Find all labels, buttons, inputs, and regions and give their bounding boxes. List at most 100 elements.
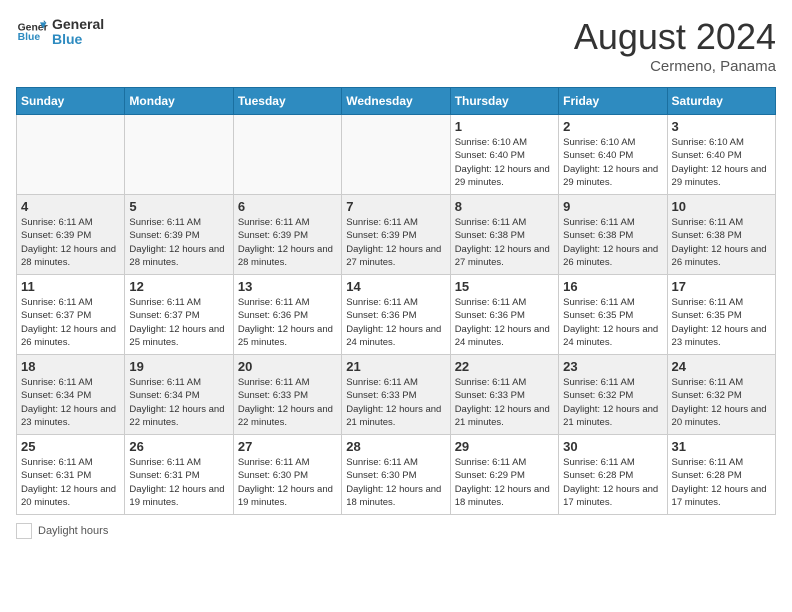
day-number: 12 <box>129 279 228 294</box>
logo-blue: Blue <box>52 32 104 47</box>
day-info: Sunrise: 6:11 AM Sunset: 6:33 PM Dayligh… <box>346 376 445 429</box>
calendar-cell: 23Sunrise: 6:11 AM Sunset: 6:32 PM Dayli… <box>559 355 667 435</box>
day-number: 22 <box>455 359 554 374</box>
calendar-cell: 10Sunrise: 6:11 AM Sunset: 6:38 PM Dayli… <box>667 195 775 275</box>
day-info: Sunrise: 6:11 AM Sunset: 6:38 PM Dayligh… <box>455 216 554 269</box>
day-number: 20 <box>238 359 337 374</box>
day-info: Sunrise: 6:10 AM Sunset: 6:40 PM Dayligh… <box>672 136 771 189</box>
calendar-cell: 18 Sunrise: 6:11 AM Sunset: 6:34 PM Dayli… <box>17 355 125 435</box>
calendar-cell: 7Sunrise: 6:11 AM Sunset: 6:39 PM Daylig… <box>342 195 450 275</box>
calendar-cell: 9 Sunrise: 6:11 AM Sunset: 6:38 PM Daylig… <box>559 195 667 275</box>
day-info: Sunrise: 6:11 AM Sunset: 6:39 PM Dayligh… <box>346 216 445 269</box>
calendar-week-row: 1 Sunrise: 6:10 AM Sunset: 6:40 PM Daylig… <box>17 115 776 195</box>
day-info: Sunrise: 6:11 AM Sunset: 6:30 PM Dayligh… <box>346 456 445 509</box>
calendar-cell: 4 Sunrise: 6:11 AM Sunset: 6:39 PM Daylig… <box>17 195 125 275</box>
day-info: Sunrise: 6:10 AM Sunset: 6:40 PM Dayligh… <box>455 136 554 189</box>
calendar-cell: 15 Sunrise: 6:11 AM Sunset: 6:36 PM Dayli… <box>450 275 558 355</box>
calendar-cell: 26Sunrise: 6:11 AM Sunset: 6:31 PM Dayli… <box>125 435 233 515</box>
footer: Daylight hours <box>16 523 776 539</box>
day-number: 6 <box>238 199 337 214</box>
day-number: 13 <box>238 279 337 294</box>
day-number: 17 <box>672 279 771 294</box>
svg-text:Blue: Blue <box>18 32 41 43</box>
calendar-cell: 24 Sunrise: 6:11 AM Sunset: 6:32 PM Dayli… <box>667 355 775 435</box>
calendar-cell: 5Sunrise: 6:11 AM Sunset: 6:39 PM Daylig… <box>125 195 233 275</box>
day-number: 21 <box>346 359 445 374</box>
day-number: 4 <box>21 199 120 214</box>
calendar-cell: 2Sunrise: 6:10 AM Sunset: 6:40 PM Daylig… <box>559 115 667 195</box>
calendar-cell: 3 Sunrise: 6:10 AM Sunset: 6:40 PM Daylig… <box>667 115 775 195</box>
logo-icon: General Blue <box>16 16 48 48</box>
calendar-cell <box>233 115 341 195</box>
day-number: 18 <box>21 359 120 374</box>
calendar-cell <box>17 115 125 195</box>
day-number: 16 <box>563 279 662 294</box>
calendar-cell: 11Sunrise: 6:11 AM Sunset: 6:37 PM Dayli… <box>17 275 125 355</box>
day-info: Sunrise: 6:11 AM Sunset: 6:29 PM Dayligh… <box>455 456 554 509</box>
calendar-cell: 30 Sunrise: 6:11 AM Sunset: 6:28 PM Dayli… <box>559 435 667 515</box>
day-number: 25 <box>21 439 120 454</box>
day-number: 29 <box>455 439 554 454</box>
day-number: 8 <box>455 199 554 214</box>
calendar-cell: 14 Sunrise: 6:11 AM Sunset: 6:36 PM Dayli… <box>342 275 450 355</box>
day-info: Sunrise: 6:11 AM Sunset: 6:28 PM Dayligh… <box>672 456 771 509</box>
day-number: 3 <box>672 119 771 134</box>
logo-general: General <box>52 17 104 32</box>
day-info: Sunrise: 6:11 AM Sunset: 6:36 PM Dayligh… <box>238 296 337 349</box>
day-number: 14 <box>346 279 445 294</box>
col-header-thursday: Thursday <box>450 88 558 115</box>
page-header: General Blue General Blue August 2024 Ce… <box>16 16 776 75</box>
day-info: Sunrise: 6:11 AM Sunset: 6:37 PM Dayligh… <box>129 296 228 349</box>
day-info: Sunrise: 6:11 AM Sunset: 6:36 PM Dayligh… <box>346 296 445 349</box>
day-info: Sunrise: 6:11 AM Sunset: 6:31 PM Dayligh… <box>129 456 228 509</box>
day-number: 5 <box>129 199 228 214</box>
day-info: Sunrise: 6:11 AM Sunset: 6:39 PM Dayligh… <box>21 216 120 269</box>
day-number: 28 <box>346 439 445 454</box>
day-info: Sunrise: 6:11 AM Sunset: 6:34 PM Dayligh… <box>129 376 228 429</box>
calendar-week-row: 11 Sunrise: 6:11 AM Sunset: 6:37 PM Dayli… <box>17 275 776 355</box>
day-number: 9 <box>563 199 662 214</box>
day-info: Sunrise: 6:11 AM Sunset: 6:38 PM Dayligh… <box>563 216 662 269</box>
calendar-cell <box>125 115 233 195</box>
logo: General Blue General Blue <box>16 16 104 48</box>
day-info: Sunrise: 6:11 AM Sunset: 6:31 PM Dayligh… <box>21 456 120 509</box>
month-title: August 2024 <box>574 16 776 58</box>
col-header-friday: Friday <box>559 88 667 115</box>
col-header-monday: Monday <box>125 88 233 115</box>
day-number: 30 <box>563 439 662 454</box>
calendar-cell: 27Sunrise: 6:11 AM Sunset: 6:30 PM Dayli… <box>233 435 341 515</box>
day-info: Sunrise: 6:11 AM Sunset: 6:34 PM Dayligh… <box>21 376 120 429</box>
calendar-week-row: 4 Sunrise: 6:11 AM Sunset: 6:39 PM Daylig… <box>17 195 776 275</box>
day-info: Sunrise: 6:11 AM Sunset: 6:33 PM Dayligh… <box>455 376 554 429</box>
calendar-cell: 25 Sunrise: 6:11 AM Sunset: 6:31 PM Dayli… <box>17 435 125 515</box>
calendar-cell: 17Sunrise: 6:11 AM Sunset: 6:35 PM Dayli… <box>667 275 775 355</box>
day-number: 11 <box>21 279 120 294</box>
calendar-cell: 28 Sunrise: 6:11 AM Sunset: 6:30 PM Dayli… <box>342 435 450 515</box>
calendar-table: SundayMondayTuesdayWednesdayThursdayFrid… <box>16 87 776 515</box>
calendar-cell: 19 Sunrise: 6:11 AM Sunset: 6:34 PM Dayli… <box>125 355 233 435</box>
title-area: August 2024 Cermeno, Panama <box>574 16 776 75</box>
col-header-sunday: Sunday <box>17 88 125 115</box>
day-info: Sunrise: 6:11 AM Sunset: 6:32 PM Dayligh… <box>672 376 771 429</box>
calendar-cell: 20 Sunrise: 6:11 AM Sunset: 6:33 PM Dayli… <box>233 355 341 435</box>
calendar-cell: 31Sunrise: 6:11 AM Sunset: 6:28 PM Dayli… <box>667 435 775 515</box>
calendar-cell: 21 Sunrise: 6:11 AM Sunset: 6:33 PM Dayli… <box>342 355 450 435</box>
calendar-cell: 29 Sunrise: 6:11 AM Sunset: 6:29 PM Dayli… <box>450 435 558 515</box>
location: Cermeno, Panama <box>574 58 776 75</box>
day-number: 15 <box>455 279 554 294</box>
calendar-cell: 16 Sunrise: 6:11 AM Sunset: 6:35 PM Dayli… <box>559 275 667 355</box>
day-info: Sunrise: 6:11 AM Sunset: 6:28 PM Dayligh… <box>563 456 662 509</box>
day-number: 1 <box>455 119 554 134</box>
day-number: 23 <box>563 359 662 374</box>
calendar-week-row: 18 Sunrise: 6:11 AM Sunset: 6:34 PM Dayli… <box>17 355 776 435</box>
day-info: Sunrise: 6:11 AM Sunset: 6:36 PM Dayligh… <box>455 296 554 349</box>
calendar-cell: 22 Sunrise: 6:11 AM Sunset: 6:33 PM Dayli… <box>450 355 558 435</box>
calendar-cell: 1 Sunrise: 6:10 AM Sunset: 6:40 PM Daylig… <box>450 115 558 195</box>
day-number: 19 <box>129 359 228 374</box>
col-header-wednesday: Wednesday <box>342 88 450 115</box>
day-info: Sunrise: 6:11 AM Sunset: 6:30 PM Dayligh… <box>238 456 337 509</box>
day-info: Sunrise: 6:11 AM Sunset: 6:33 PM Dayligh… <box>238 376 337 429</box>
day-number: 24 <box>672 359 771 374</box>
col-header-tuesday: Tuesday <box>233 88 341 115</box>
day-info: Sunrise: 6:11 AM Sunset: 6:35 PM Dayligh… <box>563 296 662 349</box>
